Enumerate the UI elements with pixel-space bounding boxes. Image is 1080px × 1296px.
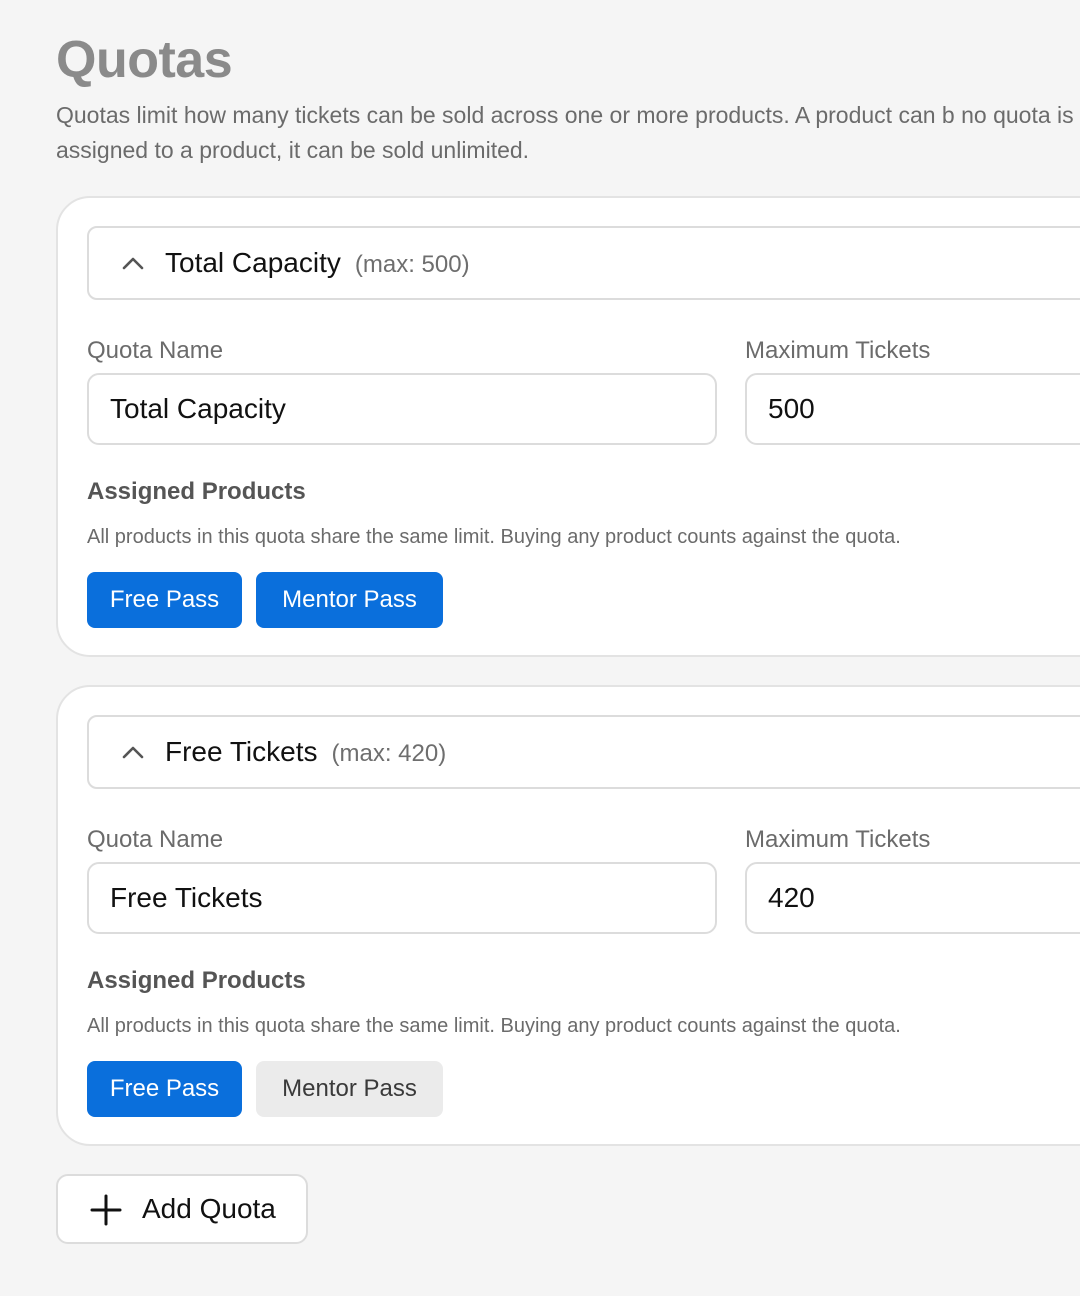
plus-icon	[90, 1194, 122, 1226]
quota-card: Total Capacity (max: 500) Quota Name Maxi…	[56, 196, 1080, 657]
assigned-products-title: Assigned Products	[87, 478, 306, 505]
quota-header-name: Total Capacity	[165, 247, 341, 278]
product-chip-mentor-pass[interactable]: Mentor Pass	[256, 572, 443, 628]
chevron-up-icon	[122, 746, 144, 759]
quotas-page: Quotas Quotas limit how many tickets can…	[0, 0, 1080, 1296]
quota-name-label: Quota Name	[87, 826, 224, 853]
quota-name-input[interactable]	[87, 862, 717, 934]
quota-header-name: Free Tickets	[165, 736, 318, 767]
quota-name-label: Quota Name	[87, 337, 224, 364]
add-quota-label: Add Quota	[142, 1193, 276, 1224]
quota-card: Free Tickets (max: 420) Quota Name Maximu…	[56, 685, 1080, 1146]
quota-header-max: (max: 500)	[354, 251, 470, 278]
maximum-tickets-input[interactable]	[745, 373, 1080, 445]
quota-header-title: Free Tickets (max: 420)	[165, 733, 446, 773]
assigned-products-help: All products in this quota share the sam…	[87, 1015, 901, 1037]
assigned-products-help: All products in this quota share the sam…	[87, 526, 901, 548]
product-chip-free-pass[interactable]: Free Pass	[87, 572, 242, 628]
page-description: Quotas limit how many tickets can be sol…	[56, 102, 1074, 163]
quota-header-title: Total Capacity (max: 500)	[165, 244, 470, 284]
quota-header-toggle[interactable]: Total Capacity (max: 500)	[87, 226, 1080, 300]
maximum-tickets-input[interactable]	[745, 862, 1080, 934]
chevron-up-icon	[122, 257, 144, 270]
add-quota-button[interactable]: Add Quota	[56, 1174, 308, 1244]
quota-name-input[interactable]	[87, 373, 717, 445]
product-chip-mentor-pass[interactable]: Mentor Pass	[256, 1061, 443, 1117]
maximum-tickets-label: Maximum Tickets	[745, 826, 931, 853]
product-chip-free-pass[interactable]: Free Pass	[87, 1061, 242, 1117]
page-title: Quotas	[56, 31, 233, 89]
assigned-products-title: Assigned Products	[87, 967, 306, 994]
quota-header-toggle[interactable]: Free Tickets (max: 420)	[87, 715, 1080, 789]
quota-header-max: (max: 420)	[331, 740, 447, 767]
maximum-tickets-label: Maximum Tickets	[745, 337, 931, 364]
